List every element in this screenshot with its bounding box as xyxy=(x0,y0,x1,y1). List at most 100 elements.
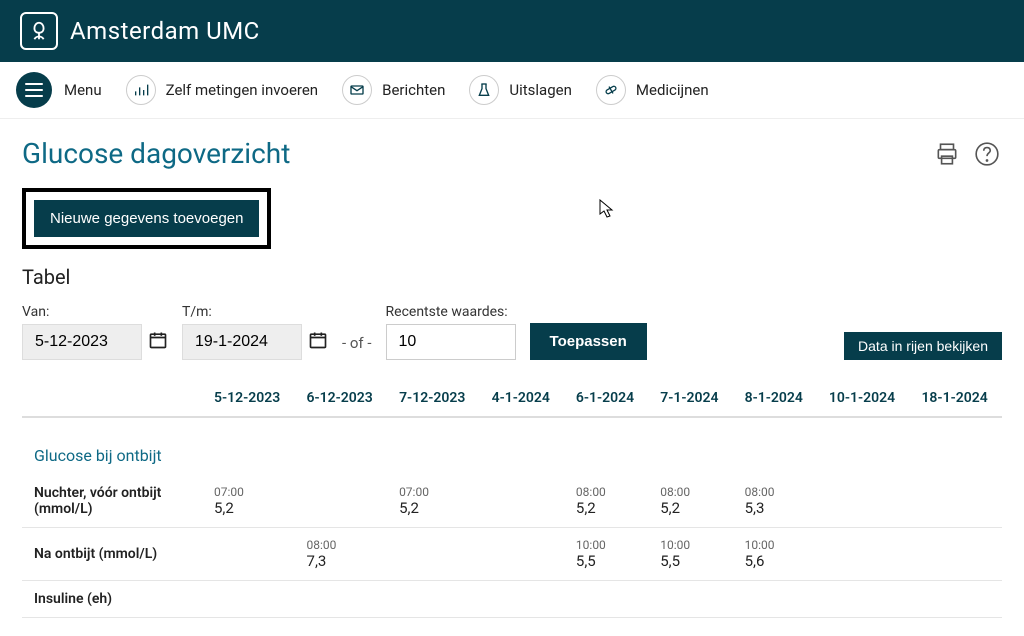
nav-label: Uitslagen xyxy=(509,81,572,99)
row-label: Insuline (eh) xyxy=(22,581,202,618)
spacer xyxy=(530,303,647,319)
app-header: Amsterdam UMC xyxy=(0,0,1024,62)
menu-label[interactable]: Menu xyxy=(64,81,102,99)
table-row: Insuline (eh) xyxy=(22,581,1002,618)
table-section-header: Glucose bij ontbijt xyxy=(22,417,1002,475)
or-separator: - of - xyxy=(342,334,372,360)
data-cell xyxy=(909,528,1002,581)
data-cell xyxy=(733,581,817,618)
cell-value: 5,3 xyxy=(745,499,805,517)
add-data-button[interactable]: Nieuwe gegevens toevoegen xyxy=(34,200,259,237)
mail-icon xyxy=(342,75,372,105)
cell-time: 08:00 xyxy=(307,538,376,552)
view-rows-button[interactable]: Data in rijen bekijken xyxy=(844,332,1002,360)
help-icon[interactable] xyxy=(972,139,1002,169)
cell-value: 7,3 xyxy=(307,552,376,570)
date-header: 10-1-2024 xyxy=(817,380,910,417)
nav-label: Zelf metingen invoeren xyxy=(166,81,318,99)
cell-time: 08:00 xyxy=(745,485,805,499)
table-row: Na ontbijt (mmol/L)08:007,310:005,510:00… xyxy=(22,528,1002,581)
hamburger-menu-icon[interactable] xyxy=(16,72,52,108)
cell-value: 5,2 xyxy=(399,499,468,517)
nav-self-measurements[interactable]: Zelf metingen invoeren xyxy=(126,75,318,105)
from-label: Van: xyxy=(22,304,168,320)
date-header: 7-12-2023 xyxy=(387,380,480,417)
pill-icon xyxy=(596,75,626,105)
cell-time: 10:00 xyxy=(576,538,636,552)
date-header-row: 5-12-2023 6-12-2023 7-12-2023 4-1-2024 6… xyxy=(22,380,1002,417)
cell-time: 10:00 xyxy=(660,538,720,552)
cell-value: 5,5 xyxy=(660,552,720,570)
page-title: Glucose dagoverzicht xyxy=(22,137,290,170)
data-cell xyxy=(817,528,910,581)
data-cell xyxy=(817,475,910,528)
data-cell xyxy=(564,581,648,618)
data-cell xyxy=(480,528,564,581)
brand-name: Amsterdam UMC xyxy=(70,17,260,45)
nav-messages[interactable]: Berichten xyxy=(342,75,445,105)
nav-label: Medicijnen xyxy=(636,81,709,99)
brand-logo: Amsterdam UMC xyxy=(20,12,260,50)
date-header: 6-12-2023 xyxy=(295,380,388,417)
print-icon[interactable] xyxy=(932,139,962,169)
from-date-input[interactable] xyxy=(22,324,142,360)
data-cell xyxy=(648,581,732,618)
to-date-input[interactable] xyxy=(182,324,302,360)
data-cell xyxy=(480,475,564,528)
date-header: 4-1-2024 xyxy=(480,380,564,417)
date-header: 5-12-2023 xyxy=(202,380,295,417)
date-header: 18-1-2024 xyxy=(909,380,1002,417)
data-cell: 08:005,2 xyxy=(564,475,648,528)
apply-button[interactable]: Toepassen xyxy=(530,323,647,360)
cell-value: 5,2 xyxy=(214,499,283,517)
cell-time: 07:00 xyxy=(214,485,283,499)
empty-header xyxy=(22,380,202,417)
highlighted-action: Nieuwe gegevens toevoegen xyxy=(22,188,271,249)
nav-results[interactable]: Uitslagen xyxy=(469,75,572,105)
cell-time: 07:00 xyxy=(399,485,468,499)
nav-medications[interactable]: Medicijnen xyxy=(596,75,709,105)
table-row: Nuchter, vóór ontbijt (mmol/L)07:005,207… xyxy=(22,475,1002,528)
cell-value: 5,5 xyxy=(576,552,636,570)
data-cell xyxy=(387,528,480,581)
data-cell: 10:005,6 xyxy=(733,528,817,581)
cell-value: 5,6 xyxy=(745,552,805,570)
calendar-icon[interactable] xyxy=(308,330,328,354)
filter-bar: Van: T/m: - of - Recentste waardes: xyxy=(22,303,1002,360)
row-label: Na ontbijt (mmol/L) xyxy=(22,528,202,581)
calendar-icon[interactable] xyxy=(148,330,168,354)
top-navigation: Menu Zelf metingen invoeren Berichten Ui… xyxy=(0,62,1024,119)
flask-icon xyxy=(469,75,499,105)
data-cell: 07:005,2 xyxy=(202,475,295,528)
data-cell: 10:005,5 xyxy=(564,528,648,581)
cell-value: 5,2 xyxy=(576,499,636,517)
table-section-title: Tabel xyxy=(22,265,1002,289)
cell-value: 5,2 xyxy=(660,499,720,517)
data-cell: 10:005,5 xyxy=(648,528,732,581)
data-cell xyxy=(295,581,388,618)
row-label: Nuchter, vóór ontbijt (mmol/L) xyxy=(22,475,202,528)
data-cell xyxy=(909,581,1002,618)
cell-time: 10:00 xyxy=(745,538,805,552)
data-cell: 08:005,2 xyxy=(648,475,732,528)
cell-time: 08:00 xyxy=(576,485,636,499)
glucose-table: 5-12-2023 6-12-2023 7-12-2023 4-1-2024 6… xyxy=(22,380,1002,618)
data-cell xyxy=(202,528,295,581)
data-cell: 08:005,3 xyxy=(733,475,817,528)
recent-count-input[interactable] xyxy=(386,324,516,360)
data-cell xyxy=(480,581,564,618)
date-header: 7-1-2024 xyxy=(648,380,732,417)
chart-icon xyxy=(126,75,156,105)
data-cell xyxy=(202,581,295,618)
section-label: Glucose bij ontbijt xyxy=(22,417,1002,475)
date-header: 8-1-2024 xyxy=(733,380,817,417)
data-cell xyxy=(387,581,480,618)
data-cell: 07:005,2 xyxy=(387,475,480,528)
data-cell xyxy=(817,581,910,618)
page-content: Glucose dagoverzicht Nieuwe gegevens toe… xyxy=(0,119,1024,636)
data-cell: 08:007,3 xyxy=(295,528,388,581)
recent-label: Recentste waardes: xyxy=(386,304,516,320)
data-cell xyxy=(909,475,1002,528)
date-header: 6-1-2024 xyxy=(564,380,648,417)
tulip-icon xyxy=(20,12,58,50)
